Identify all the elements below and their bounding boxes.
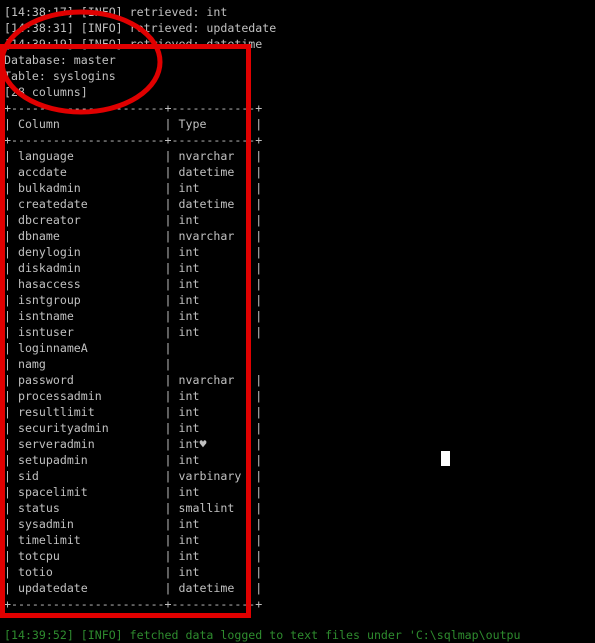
table-row: | hasaccess | int | [4, 277, 263, 291]
table-label: Table: syslogins [4, 69, 116, 83]
table-row: | bulkadmin | int | [4, 181, 263, 195]
table-row: | status | smallint | [4, 501, 263, 515]
table-border-top: +----------------------+------------+ [4, 101, 263, 115]
table-row: | namg | [4, 357, 172, 371]
table-row: | language | nvarchar | [4, 149, 263, 163]
table-row: | denylogin | int | [4, 245, 263, 259]
table-row: | dbname | nvarchar | [4, 229, 263, 243]
table-row: | loginnameA | [4, 341, 172, 355]
table-row: | setupadmin | int | [4, 453, 263, 467]
table-row: | updatedate | datetime | [4, 581, 263, 595]
table-row: | createdate | datetime | [4, 197, 263, 211]
table-row: | spacelimit | int | [4, 485, 263, 499]
log-bottom-line: [14:39:52] [INFO] fetched data logged to… [4, 628, 521, 642]
table-row: | timelimit | int | [4, 533, 263, 547]
table-row: | password | nvarchar | [4, 373, 263, 387]
column-count: [28 columns] [4, 85, 88, 99]
table-row: | serveradmin | int♥ | [4, 437, 263, 451]
database-label: Database: master [4, 53, 116, 67]
text-cursor [441, 451, 450, 466]
table-row: | isntgroup | int | [4, 293, 263, 307]
table-row: | securityadmin | int | [4, 421, 263, 435]
table-border-bottom: +----------------------+------------+ [4, 597, 263, 611]
table-header: | Column | Type | [4, 117, 263, 131]
log-line-2: [14:38:31] [INFO] retrieved: updatedate [4, 21, 277, 35]
log-line-1: [14:38:17] [INFO] retrieved: int [4, 5, 228, 19]
table-row: | resultlimit | int | [4, 405, 263, 419]
table-border-mid: +----------------------+------------+ [4, 133, 263, 147]
table-row: | sysadmin | int | [4, 517, 263, 531]
log-line-3: [14:39:19] [INFO] retrieved: datetime [4, 37, 263, 51]
table-row: | dbcreator | int | [4, 213, 263, 227]
table-row: | isntname | int | [4, 309, 263, 323]
table-row: | isntuser | int | [4, 325, 263, 339]
table-row: | diskadmin | int | [4, 261, 263, 275]
table-row: | totio | int | [4, 565, 263, 579]
table-row: | sid | varbinary | [4, 469, 263, 483]
table-row: | accdate | datetime | [4, 165, 263, 179]
table-row: | totcpu | int | [4, 549, 263, 563]
table-row: | processadmin | int | [4, 389, 263, 403]
